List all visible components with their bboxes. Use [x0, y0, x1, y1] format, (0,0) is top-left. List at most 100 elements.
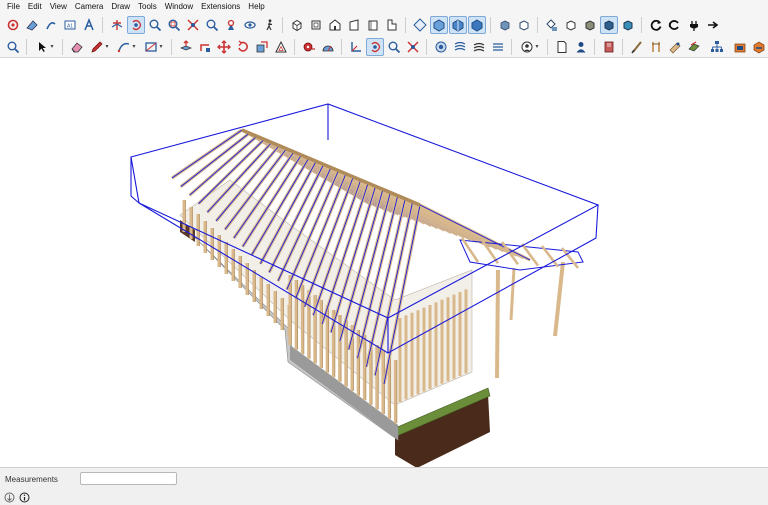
- protractor-icon[interactable]: [319, 38, 337, 56]
- layers-icon[interactable]: [432, 38, 450, 56]
- toolbar-separator: [426, 38, 427, 55]
- toolbar-separator: [641, 17, 642, 33]
- menu-view[interactable]: View: [46, 0, 71, 14]
- porch-post: [509, 267, 516, 321]
- menu-camera[interactable]: Camera: [71, 0, 107, 14]
- shaded-style-icon[interactable]: [467, 16, 486, 34]
- zoom-tool-icon[interactable]: [146, 16, 164, 34]
- zoom-extents-icon[interactable]: [404, 38, 422, 56]
- zoom-window-icon[interactable]: [165, 16, 183, 34]
- sketchup-window: File Edit View Camera Draw Tools Window …: [0, 0, 768, 505]
- offset-icon[interactable]: [272, 38, 290, 56]
- zoom-icon[interactable]: [385, 38, 403, 56]
- select-tool-icon[interactable]: [4, 16, 22, 34]
- component-icon[interactable]: [496, 16, 514, 34]
- toolbar-separator: [622, 38, 623, 55]
- left-view-icon[interactable]: [383, 16, 401, 34]
- 3d-icon[interactable]: [750, 38, 768, 56]
- back-view-icon[interactable]: [364, 16, 382, 34]
- pencil-icon[interactable]: ▾: [87, 38, 113, 56]
- geo-location-icon[interactable]: [4, 492, 15, 503]
- solid-tools-icon[interactable]: [562, 16, 580, 34]
- status-bar: Measurements: [0, 467, 768, 505]
- zoom-extents-icon[interactable]: [184, 16, 202, 34]
- axes-icon[interactable]: [347, 38, 365, 56]
- arrow-right-icon[interactable]: [704, 16, 722, 34]
- toolbar-separator: [62, 38, 63, 55]
- toolbar-separator: [490, 17, 491, 33]
- brush-icon[interactable]: [628, 38, 646, 56]
- arc-icon[interactable]: ▾: [114, 38, 140, 56]
- house-framing-model: [130, 103, 600, 467]
- model-viewport[interactable]: [0, 58, 768, 467]
- group-icon[interactable]: [515, 16, 533, 34]
- front-view-icon[interactable]: [326, 16, 344, 34]
- menu-file[interactable]: File: [3, 0, 24, 14]
- zoom-previous-icon[interactable]: [203, 16, 221, 34]
- shadows-icon[interactable]: [470, 38, 488, 56]
- iso-view-icon[interactable]: [288, 16, 306, 34]
- toolbar-bottom: ▾ ▾ ▾ ▾ ▾: [0, 36, 768, 58]
- look-around-icon[interactable]: [241, 16, 259, 34]
- framing-icon[interactable]: [647, 38, 665, 56]
- refresh-icon[interactable]: [666, 16, 684, 34]
- toolbar-separator: [26, 38, 27, 55]
- orbit-tool-icon[interactable]: [126, 16, 145, 34]
- search-icon[interactable]: [4, 38, 22, 56]
- extension-icon[interactable]: [600, 38, 618, 56]
- toolbar-separator: [547, 38, 548, 55]
- move-icon[interactable]: [215, 38, 233, 56]
- hierarchy-icon[interactable]: [704, 38, 730, 56]
- menu-draw[interactable]: Draw: [107, 0, 134, 14]
- menu-help[interactable]: Help: [244, 0, 268, 14]
- menu-window[interactable]: Window: [161, 0, 197, 14]
- warehouse-icon[interactable]: [731, 38, 749, 56]
- toolbar-separator: [171, 38, 172, 55]
- eraser-tool-icon[interactable]: [23, 16, 41, 34]
- menu-edit[interactable]: Edit: [24, 0, 46, 14]
- shaded-textures-icon[interactable]: [581, 16, 599, 34]
- plug-icon[interactable]: [685, 16, 703, 34]
- menu-extensions[interactable]: Extensions: [197, 0, 244, 14]
- select-arrow-icon[interactable]: ▾: [32, 38, 58, 56]
- info-icon[interactable]: [19, 492, 30, 503]
- measurements-label: Measurements: [5, 475, 58, 484]
- paint-tool-icon[interactable]: [42, 16, 60, 34]
- label-tool-icon[interactable]: [80, 16, 98, 34]
- scale-icon[interactable]: [253, 38, 271, 56]
- tape-measure-icon[interactable]: [300, 38, 318, 56]
- right-view-icon[interactable]: [345, 16, 363, 34]
- styles-icon[interactable]: ▾: [517, 38, 543, 56]
- lumber-icon[interactable]: [666, 38, 684, 56]
- monochrome-icon[interactable]: [599, 16, 618, 34]
- push-pull-icon[interactable]: [177, 38, 195, 56]
- menu-tools[interactable]: Tools: [134, 0, 161, 14]
- section-plane-icon[interactable]: [108, 16, 126, 34]
- rotate-icon[interactable]: [234, 38, 252, 56]
- porch-post: [495, 269, 500, 379]
- svg-text:A1: A1: [66, 24, 72, 30]
- walk-icon[interactable]: [260, 16, 278, 34]
- dimension-icon[interactable]: [365, 37, 384, 56]
- material-icon[interactable]: [685, 38, 703, 56]
- rafter-selection-edge: [419, 204, 531, 261]
- document-icon[interactable]: [553, 38, 571, 56]
- position-camera-icon[interactable]: [222, 16, 240, 34]
- toolbar-separator: [282, 17, 283, 33]
- scenes-icon[interactable]: [451, 38, 469, 56]
- back-edges-icon[interactable]: [619, 16, 637, 34]
- top-view-icon[interactable]: [307, 16, 325, 34]
- text-tool-icon[interactable]: A1: [61, 16, 79, 34]
- hidden-line-style-icon[interactable]: [448, 16, 467, 34]
- toolbar-top: A1: [0, 14, 768, 36]
- follow-me-icon[interactable]: [196, 38, 214, 56]
- wireframe-style-icon[interactable]: [429, 16, 448, 34]
- user-icon[interactable]: [572, 38, 590, 56]
- fog-icon[interactable]: [489, 38, 507, 56]
- measurements-input[interactable]: [80, 472, 177, 485]
- explode-icon[interactable]: [543, 16, 561, 34]
- eraser-icon[interactable]: [68, 38, 86, 56]
- rectangle-icon[interactable]: ▾: [141, 38, 167, 56]
- reload-icon[interactable]: [647, 16, 665, 34]
- xray-style-icon[interactable]: [411, 16, 429, 34]
